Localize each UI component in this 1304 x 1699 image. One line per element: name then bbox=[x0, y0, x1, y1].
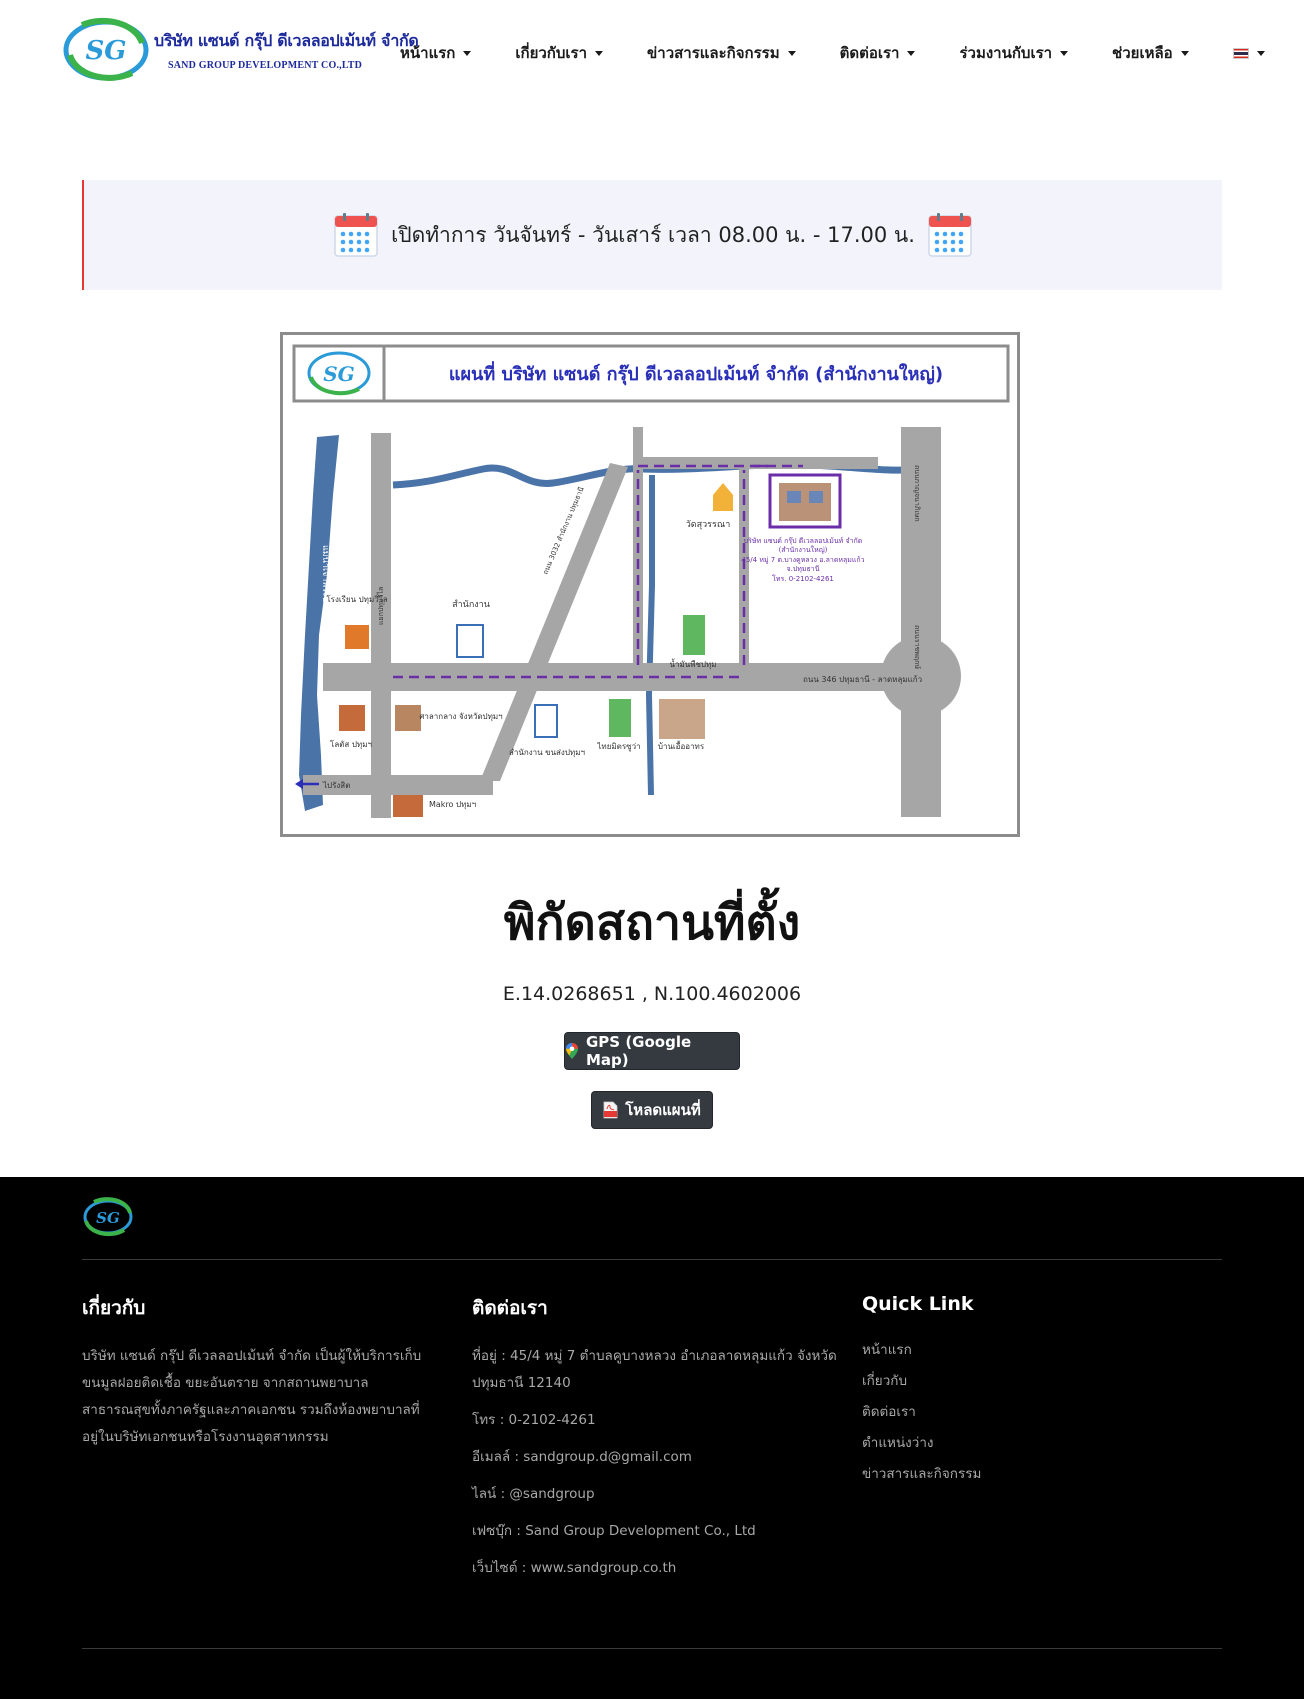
chevron-down-icon bbox=[1180, 50, 1189, 56]
map-title: แผนที่ บริษัท แซนด์ กรุ๊ป ดีเวลลอปเม้นท์… bbox=[449, 361, 943, 386]
footer-about: เกี่ยวกับ บริษัท แซนด์ กรุ๊ป ดีเวลลอปเม้… bbox=[82, 1293, 432, 1451]
brand-name-english: SAND GROUP DEVELOPMENT CO.,LTD bbox=[168, 60, 363, 71]
pdf-file-icon bbox=[603, 1101, 618, 1119]
svg-text:SG: SG bbox=[96, 1209, 120, 1227]
location-title: พิกัดสถานที่ตั้ง bbox=[503, 895, 801, 951]
temple-icon bbox=[713, 483, 733, 511]
footer-line[interactable]: ไลน์ : @sandgroup bbox=[472, 1481, 842, 1508]
gps-google-map-button[interactable]: GPS (Google Map) bbox=[564, 1032, 740, 1070]
language-switcher[interactable] bbox=[1232, 47, 1265, 59]
svg-text:(สำนักงานใหญ่): (สำนักงานใหญ่) bbox=[779, 545, 828, 554]
nav-contact[interactable]: ติดต่อเรา bbox=[840, 41, 916, 65]
site-footer: SG เกี่ยวกับ บริษัท แซนด์ กรุ๊ป ดีเวลลอป… bbox=[0, 1177, 1304, 1699]
footer-contact-title: ติดต่อเรา bbox=[472, 1297, 548, 1319]
svg-text:ไปรังสิต: ไปรังสิต bbox=[322, 781, 350, 790]
makro-store-icon bbox=[393, 795, 423, 817]
footer-quick-links: Quick Link หน้าแรก เกี่ยวกับ ติดต่อเรา ต… bbox=[862, 1293, 1162, 1490]
footer-facebook[interactable]: เฟซบุ๊ก : Sand Group Development Co., Lt… bbox=[472, 1518, 842, 1545]
svg-text:วัดสุวรรณา: วัดสุวรรณา bbox=[686, 520, 731, 530]
gps-button-label: GPS (Google Map) bbox=[586, 1033, 692, 1069]
calendar-icon bbox=[334, 213, 378, 257]
location-map-image: SG แผนที่ บริษัท แซนด์ กรุ๊ป ดีเวลลอปเม้… bbox=[280, 332, 1020, 837]
svg-text:โทร. 0-2102-4261: โทร. 0-2102-4261 bbox=[772, 574, 834, 583]
nav-about[interactable]: เกี่ยวกับเรา bbox=[515, 41, 604, 65]
location-map-drawing: SG แผนที่ บริษัท แซนด์ กรุ๊ป ดีเวลลอปเม้… bbox=[292, 344, 1010, 818]
site-header: SG บริษัท แซนด์ กรุ๊ป ดีเวลลอปเม้นท์ จำก… bbox=[0, 0, 1304, 100]
footer-contact: ติดต่อเรา ที่อยู่ : 45/4 หมู่ 7 ตำบลคูบา… bbox=[472, 1293, 842, 1592]
quick-link-home[interactable]: หน้าแรก bbox=[862, 1335, 1162, 1366]
footer-divider bbox=[82, 1259, 1222, 1260]
download-map-label: โหลดแผนที่ bbox=[625, 1101, 701, 1119]
svg-text:บริษัท แซนด์ กรุ๊ป ดีเวลลอปเม้: บริษัท แซนด์ กรุ๊ป ดีเวลลอปเม้นท์ จำกัด bbox=[744, 537, 863, 545]
footer-about-text: บริษัท แซนด์ กรุ๊ป ดีเวลลอปเม้นท์ จำกัด … bbox=[82, 1348, 422, 1445]
svg-text:สำนักงาน: สำนักงาน bbox=[452, 599, 490, 610]
nav-news-label: ข่าวสารและกิจกรรม bbox=[647, 44, 780, 62]
thaimitr-factory-icon bbox=[609, 699, 631, 737]
nav-contact-label: ติดต่อเรา bbox=[839, 44, 900, 62]
svg-text:Makro ปทุมฯ: Makro ปทุมฯ bbox=[429, 800, 476, 809]
transport-office-icon bbox=[534, 704, 558, 738]
footer-bottom-divider bbox=[82, 1648, 1222, 1649]
footer-sg-logo-icon[interactable]: SG bbox=[82, 1197, 134, 1237]
office-building-icon bbox=[456, 624, 484, 658]
nav-careers[interactable]: ร่วมงานกับเรา bbox=[959, 41, 1069, 65]
svg-text:แยกปทุมวิไล: แยกปทุมวิไล bbox=[376, 587, 385, 625]
brand-name-thai: บริษัท แซนด์ กรุ๊ป ดีเวลลอปเม้นท์ จำกัด bbox=[154, 31, 419, 50]
footer-phone[interactable]: โทร : 0-2102-4261 bbox=[472, 1407, 842, 1434]
location-coordinates: E.14.0268651 , N.100.4602006 bbox=[502, 983, 802, 1005]
svg-text:น้ำมันพืชปทุม: น้ำมันพืชปทุม bbox=[669, 658, 716, 669]
chevron-down-icon bbox=[463, 50, 472, 56]
chevron-down-icon bbox=[1256, 50, 1265, 56]
footer-quick-title: Quick Link bbox=[862, 1293, 974, 1315]
city-hall-icon bbox=[395, 705, 421, 731]
lotus-store-icon bbox=[339, 705, 365, 731]
calendar-icon bbox=[928, 213, 972, 257]
main-nav: หน้าแรก เกี่ยวกับเรา ข่าวสารและกิจกรรม ต… bbox=[400, 38, 1265, 68]
factory-icon bbox=[683, 615, 705, 655]
nav-about-label: เกี่ยวกับเรา bbox=[515, 44, 588, 62]
map-pin-icon bbox=[565, 1042, 579, 1060]
brand-logo[interactable]: SG บริษัท แซนด์ กรุ๊ป ดีเวลลอปเม้นท์ จำก… bbox=[62, 17, 419, 85]
quick-link-careers[interactable]: ตำแหน่งว่าง bbox=[862, 1428, 1162, 1459]
footer-website[interactable]: เว็บไซต์ : www.sandgroup.co.th bbox=[472, 1555, 842, 1582]
nav-help-label: ช่วยเหลือ bbox=[1112, 44, 1173, 62]
opening-hours-text: เปิดทำการ วันจันทร์ - วันเสาร์ เวลา 08.0… bbox=[391, 222, 915, 247]
download-map-button[interactable]: โหลดแผนที่ bbox=[591, 1091, 713, 1129]
svg-text:บ้านเอื้ออาทร: บ้านเอื้ออาทร bbox=[658, 740, 705, 751]
chevron-down-icon bbox=[595, 50, 604, 56]
nav-news[interactable]: ข่าวสารและกิจกรรม bbox=[647, 41, 796, 65]
svg-text:ศาลากลาง จังหวัดปทุมฯ: ศาลากลาง จังหวัดปทุมฯ bbox=[419, 712, 502, 721]
footer-address: ที่อยู่ : 45/4 หมู่ 7 ตำบลคูบางหลวง อำเภ… bbox=[472, 1348, 837, 1391]
quick-link-news[interactable]: ข่าวสารและกิจกรรม bbox=[862, 1459, 1162, 1490]
nav-home-label: หน้าแรก bbox=[400, 44, 456, 62]
svg-text:สำนักงาน ขนส่งปทุมฯ: สำนักงาน ขนส่งปทุมฯ bbox=[509, 748, 585, 757]
chevron-down-icon bbox=[907, 50, 916, 56]
chevron-down-icon bbox=[787, 50, 796, 56]
apartment-building-icon bbox=[659, 699, 705, 739]
opening-hours-banner: เปิดทำการ วันจันทร์ - วันเสาร์ เวลา 08.0… bbox=[82, 180, 1222, 290]
svg-text:โลตัส ปทุมฯ: โลตัส ปทุมฯ bbox=[330, 739, 372, 749]
school-icon bbox=[345, 625, 369, 649]
quick-link-about[interactable]: เกี่ยวกับ bbox=[862, 1366, 1162, 1397]
footer-email[interactable]: อีเมลล์ : sandgroup.d@gmail.com bbox=[472, 1444, 842, 1471]
svg-text:ถนนราชพฤกษ์: ถนนราชพฤกษ์ bbox=[913, 625, 921, 669]
nav-careers-label: ร่วมงานกับเรา bbox=[959, 44, 1053, 62]
footer-about-title: เกี่ยวกับ bbox=[82, 1297, 146, 1319]
thai-flag-icon bbox=[1232, 47, 1249, 59]
quick-link-contact[interactable]: ติดต่อเรา bbox=[862, 1397, 1162, 1428]
svg-text:SG: SG bbox=[86, 36, 127, 66]
svg-text:ไทยมิตรซูว่า: ไทยมิตรซูว่า bbox=[596, 742, 640, 752]
nav-home[interactable]: หน้าแรก bbox=[400, 41, 472, 65]
river bbox=[299, 435, 339, 811]
svg-text:ถนน 346 ปทุมธานี - ลาดหลุมแก้ว: ถนน 346 ปทุมธานี - ลาดหลุมแก้ว bbox=[803, 675, 922, 684]
svg-text:จ.ปทุมธานี: จ.ปทุมธานี bbox=[787, 565, 820, 573]
svg-text:45/4 หมู่ 7 ต.บางคูหลวง อ.ลาดห: 45/4 หมู่ 7 ต.บางคูหลวง อ.ลาดหลุมแก้ว bbox=[741, 556, 864, 564]
chevron-down-icon bbox=[1060, 50, 1069, 56]
svg-text:ถนนกาญจนาภิเษก: ถนนกาญจนาภิเษก bbox=[913, 465, 921, 522]
sg-logo-icon: SG bbox=[63, 17, 149, 81]
svg-text:SG: SG bbox=[323, 362, 355, 386]
nav-help[interactable]: ช่วยเหลือ bbox=[1112, 41, 1189, 65]
